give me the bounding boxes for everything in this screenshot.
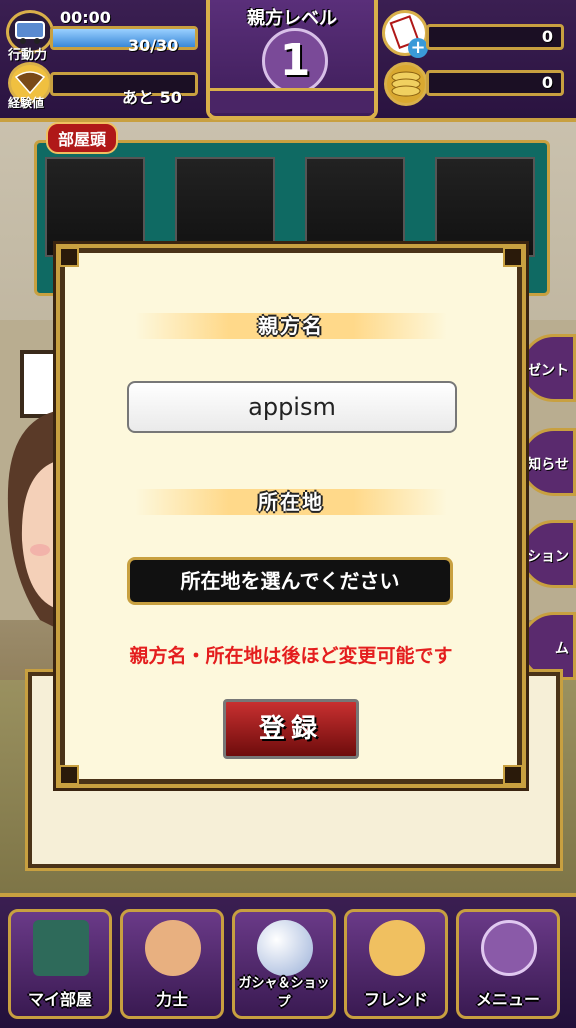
level-progress — [210, 88, 374, 113]
nav-rikishi[interactable]: 力士 — [120, 909, 224, 1019]
nav-menu[interactable]: メニュー — [456, 909, 560, 1019]
oyakata-name-input[interactable] — [127, 381, 457, 433]
house-icon — [33, 920, 89, 976]
exp-label: 経験値 — [8, 96, 45, 110]
nav-gacha-shop[interactable]: ガシャ＆ショップ — [232, 909, 336, 1019]
tickets-value: 0 — [541, 27, 553, 46]
crest-icon — [481, 920, 537, 976]
coins-value: 0 — [541, 73, 553, 92]
gacha-ball-icon — [257, 920, 313, 976]
corner-ornament — [503, 247, 523, 267]
nav-friend[interactable]: フレンド — [344, 909, 448, 1019]
register-button[interactable]: 登録 — [223, 699, 359, 759]
location-select[interactable]: 所在地を選んでください — [127, 557, 453, 605]
heya-slot[interactable] — [175, 157, 275, 257]
change-note: 親方名・所在地は後ほど変更可能です — [129, 645, 453, 667]
nav-label: ガシャ＆ショップ — [238, 976, 330, 1010]
heya-slot[interactable] — [435, 157, 535, 257]
handshake-icon — [369, 920, 425, 976]
nav-label: メニュー — [475, 990, 540, 1009]
name-heading: 親方名 — [135, 313, 447, 339]
corner-ornament — [59, 765, 79, 785]
nav-label: 力士 — [155, 990, 188, 1009]
heya-slot[interactable] — [45, 157, 145, 257]
status-header: 00:00 行動力 30/30 経験値 あと 50 親方レベル 1 + 0 0 — [0, 0, 576, 122]
bottom-navigation: マイ部屋 力士 ガシャ＆ショップ フレンド メニュー — [0, 893, 576, 1028]
nav-label: マイ部屋 — [27, 990, 92, 1009]
coin-counter: 0 — [426, 70, 564, 96]
heya-slot[interactable] — [305, 157, 405, 257]
registration-dialog: 親方名 所在地 所在地を選んでください 親方名・所在地は後ほど変更可能です 登録 — [59, 247, 523, 785]
coin-icon — [384, 62, 428, 106]
corner-ornament — [503, 765, 523, 785]
corner-ornament — [59, 247, 79, 267]
level-title: 親方レベル — [247, 8, 337, 29]
nav-my-room[interactable]: マイ部屋 — [8, 909, 112, 1019]
character-portrait — [0, 410, 60, 650]
stamina-timer: 00:00 — [60, 8, 111, 27]
ticket-counter: 0 — [426, 24, 564, 50]
heya-label: 部屋頭 — [46, 122, 119, 154]
stamina-value: 30/30 — [128, 36, 179, 55]
sumo-wrestler-icon — [145, 920, 201, 976]
level-box: 親方レベル 1 — [206, 0, 378, 120]
nav-label: フレンド — [363, 990, 428, 1009]
location-heading: 所在地 — [135, 489, 447, 515]
stamina-label: 行動力 — [8, 48, 48, 63]
level-value: 1 — [262, 28, 328, 94]
exp-remaining: あと 50 — [122, 88, 182, 107]
add-ticket-button[interactable]: + — [408, 38, 428, 58]
